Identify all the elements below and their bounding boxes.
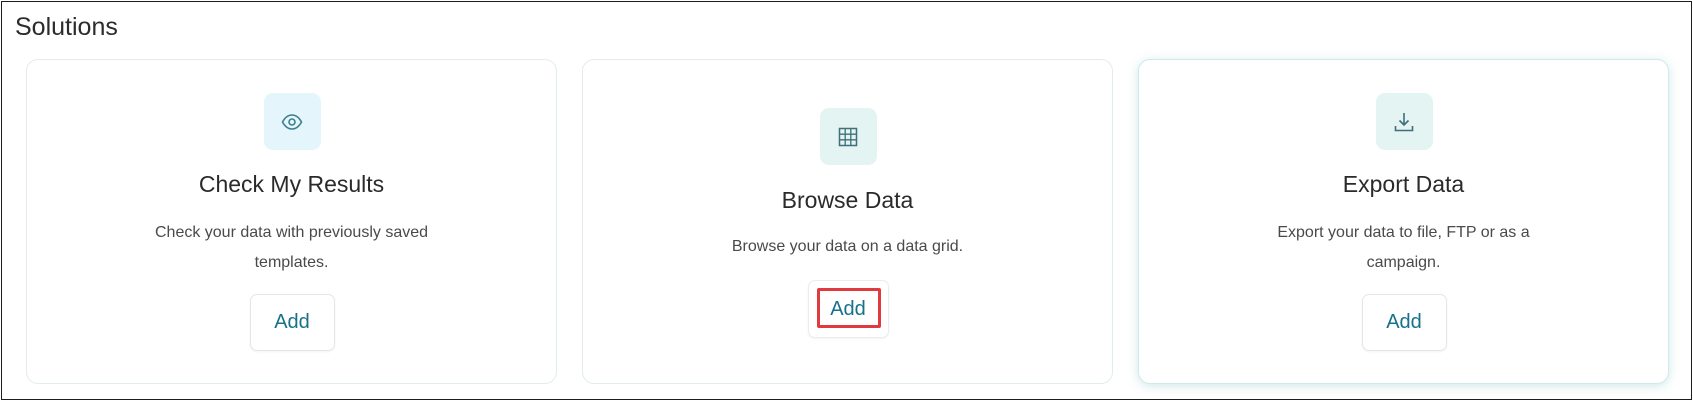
card-description: Check your data with previously saved te… [154,224,429,271]
card-title: Check My Results [198,171,385,197]
solutions-panel: Solutions Check My Results Check your da… [1,1,1692,400]
eye-icon [263,93,321,150]
add-check-my-results-button[interactable]: Add [249,294,335,351]
add-button-label: Add [830,297,866,320]
solution-card-browse-data: Browse Data Browse your data on a data g… [582,59,1113,384]
solution-card-check-my-results: Check My Results Check your data with pr… [26,59,557,384]
table-grid-icon [819,108,877,165]
download-icon [1375,93,1433,150]
add-export-data-button[interactable]: Add [1361,294,1447,351]
card-title: Export Data [1342,171,1465,197]
add-button-label: Add [1386,311,1422,333]
card-description: Export your data to file, FTP or as a ca… [1277,224,1530,271]
card-description: Browse your data on a data grid. [731,238,964,255]
card-title: Browse Data [781,187,914,213]
section-title: Solutions [15,13,118,41]
add-browse-data-button[interactable]: Add [807,280,889,338]
solution-card-export-data: Export Data Export your data to file, FT… [1138,59,1669,384]
add-button-label: Add [274,311,310,333]
